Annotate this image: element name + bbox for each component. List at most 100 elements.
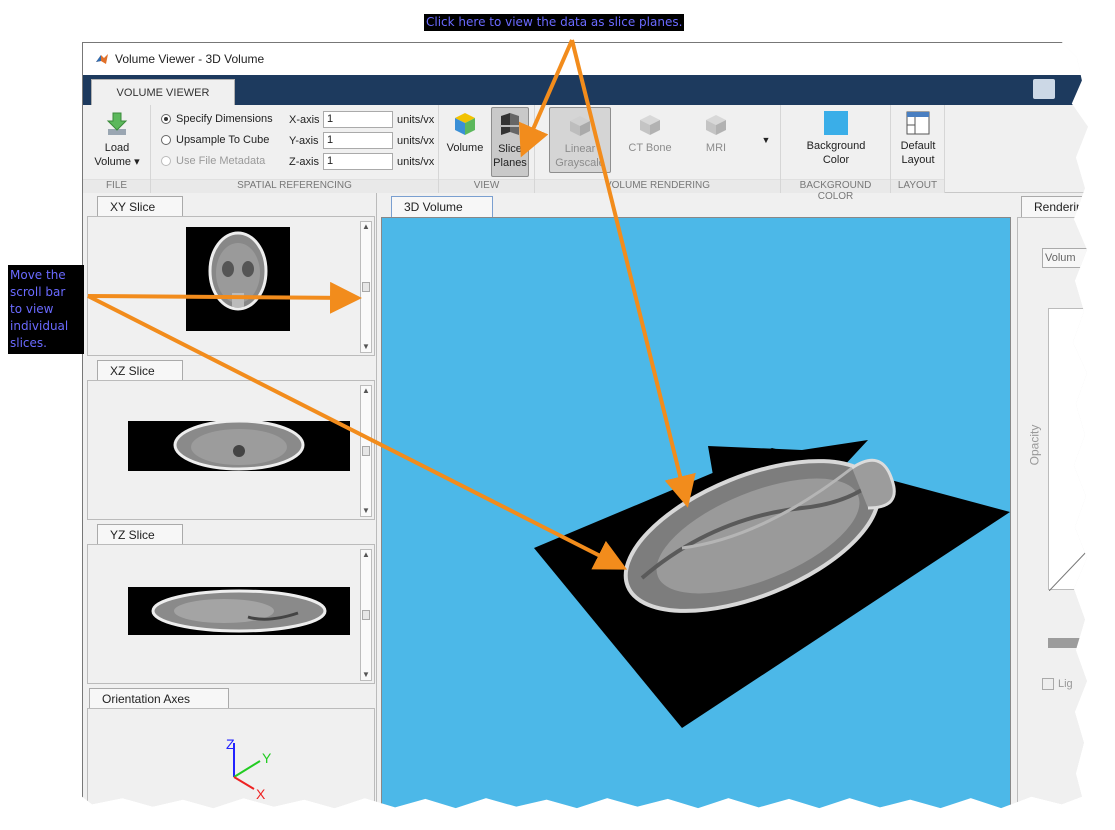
load-label-1: Load (104, 142, 130, 154)
y-axis-field[interactable]: 1 (323, 132, 393, 149)
tab-xy-slice[interactable]: XY Slice (97, 196, 183, 217)
specify-label: Specify Dimensions (176, 113, 273, 125)
rendering-more-dropdown-icon[interactable]: ▼ (759, 133, 773, 147)
scrollbar-callout: Move the scroll bar to view individual s… (8, 265, 84, 354)
layout-group-label: LAYOUT (891, 179, 944, 193)
yz-slice-image (128, 587, 350, 635)
rendering-editor-body: Volum Opacity Lig (1017, 217, 1088, 809)
slice-planes-render (534, 440, 1010, 728)
y-axis-line (233, 760, 261, 778)
x-axis-row: X-axis 1 units/vx (289, 111, 434, 128)
tab-orientation-axes[interactable]: Orientation Axes (89, 688, 229, 709)
volume-view-button[interactable]: Volume (443, 111, 487, 173)
slice-panels-column: XY Slice ▲ ▼ XZ Slice ▲ ▼ YZ Slice ▲ ▼ O… (83, 193, 377, 809)
xz-scroll-thumb[interactable] (362, 446, 370, 456)
background-label-1: Background (806, 140, 866, 152)
scroll-down-icon[interactable]: ▼ (361, 670, 371, 680)
group-file: Load Volume ▾ FILE (83, 105, 151, 193)
scrollbar-callout-line-4: individual (10, 319, 69, 333)
x-axis-field[interactable]: 1 (323, 111, 393, 128)
scroll-up-icon[interactable]: ▲ (361, 550, 371, 560)
layout-label-1: Default (900, 140, 936, 152)
group-layout: Default Layout LAYOUT (891, 105, 945, 193)
mri-label: MRI (705, 142, 727, 154)
group-view: Volume Slice Planes VIEW (439, 105, 535, 193)
default-layout-button[interactable]: Default Layout (893, 111, 943, 173)
x-axis-label: X-axis (289, 113, 320, 126)
layout-label-2: Layout (901, 154, 935, 166)
file-group-label: FILE (83, 179, 150, 193)
volume-cube-icon (455, 113, 475, 135)
view-group-label: VIEW (439, 179, 534, 193)
scrollbar-callout-line-1: Move the (10, 268, 66, 282)
background-group-label: BACKGROUND COLOR (781, 179, 890, 202)
z-axis-row: Z-axis 1 units/vx (289, 153, 434, 170)
tab-volume-viewer[interactable]: VOLUME VIEWER (91, 79, 235, 106)
3d-volume-viewport[interactable] (381, 217, 1011, 809)
quick-access-save-icon[interactable] (1033, 79, 1055, 99)
lighting-checkbox-label: Lig (1058, 678, 1073, 690)
linear-grayscale-cube-icon (570, 116, 590, 136)
x-unit-label: units/vx (397, 113, 435, 126)
ribbon-toolstrip: Load Volume ▾ FILE Specify Dimensions Up… (83, 105, 1088, 202)
scrollbar-callout-line-5: slices. (10, 336, 47, 350)
scroll-down-icon[interactable]: ▼ (361, 506, 371, 516)
lighting-checkbox-row[interactable]: Lig (1042, 678, 1073, 690)
rendering-group-label: VOLUME RENDERING (535, 179, 780, 193)
z-axis-field[interactable]: 1 (323, 153, 393, 170)
radio-upsample-to-cube[interactable]: Upsample To Cube (161, 134, 269, 146)
slice-planes-button[interactable]: Slice Planes (491, 107, 529, 177)
radio-specify-dimensions[interactable]: Specify Dimensions (161, 113, 273, 125)
background-label-2: Color (822, 154, 850, 166)
yz-slice-scrollbar[interactable]: ▲ ▼ (360, 549, 372, 681)
ct-bone-button[interactable]: CT Bone (619, 113, 681, 173)
layout-grid-icon (906, 111, 930, 135)
scroll-up-icon[interactable]: ▲ (361, 386, 371, 396)
opacity-curve-line (1048, 548, 1088, 592)
scroll-down-icon[interactable]: ▼ (361, 342, 371, 352)
mri-button[interactable]: MRI (685, 113, 747, 173)
opacity-slider-track[interactable] (1048, 638, 1088, 648)
tab-3d-volume[interactable]: 3D Volume (391, 196, 493, 218)
linear-grayscale-button[interactable]: Linear Grayscale (549, 107, 611, 173)
mri-cube-icon (706, 115, 726, 135)
linear-label-2: Grayscale (555, 157, 605, 169)
load-arrow-icon (106, 112, 128, 135)
lighting-checkbox[interactable] (1042, 678, 1054, 690)
orientation-axes-panel: Z Y X (87, 708, 375, 809)
scrollbar-callout-line-3: to view (10, 302, 54, 316)
background-color-button[interactable]: Background Color (787, 111, 885, 173)
tab-yz-slice[interactable]: YZ Slice (97, 524, 183, 545)
y-axis-row: Y-axis 1 units/vx (289, 132, 434, 149)
yz-brain-image (151, 589, 327, 633)
xz-slice-image (128, 419, 350, 471)
y-axis-label: Y (262, 750, 272, 766)
opacity-curve-plot[interactable] (1048, 308, 1088, 592)
xz-slice-scrollbar[interactable]: ▲ ▼ (360, 385, 372, 517)
upsample-label: Upsample To Cube (176, 134, 270, 146)
xz-slice-panel: ▲ ▼ (87, 380, 375, 520)
radio-on-icon (161, 114, 171, 124)
yz-scroll-thumb[interactable] (362, 610, 370, 620)
slice-planes-callout: Click here to view the data as slice pla… (424, 14, 685, 31)
tab-xz-slice[interactable]: XZ Slice (97, 360, 183, 381)
xy-brain-image (208, 231, 268, 311)
xy-slice-scrollbar[interactable]: ▲ ▼ (360, 221, 372, 353)
y-axis-label: Y-axis (289, 134, 319, 147)
spatial-group-label: SPATIAL REFERENCING (151, 179, 438, 193)
scrollbar-callout-line-2: scroll bar (10, 285, 66, 299)
window-title: Volume Viewer - 3D Volume (115, 52, 265, 66)
z-axis-label: Z (226, 736, 235, 752)
slice-label-2: Planes (493, 157, 527, 169)
volume-viewer-window: Volume Viewer - 3D Volume VOLUME VIEWER … (82, 42, 1088, 809)
xy-slice-panel: ▲ ▼ (87, 216, 375, 356)
yz-slice-panel: ▲ ▼ (87, 544, 375, 684)
load-volume-button[interactable]: Load Volume ▾ (89, 111, 145, 173)
scroll-up-icon[interactable]: ▲ (361, 222, 371, 232)
matlab-logo-icon (96, 54, 108, 64)
xy-scroll-thumb[interactable] (362, 282, 370, 292)
ct-bone-label: CT Bone (628, 142, 672, 154)
tab-rendering-editor[interactable]: Rendering (1021, 196, 1088, 218)
rendering-type-dropdown[interactable]: Volum (1042, 248, 1088, 268)
title-bar: Volume Viewer - 3D Volume (83, 43, 1088, 75)
